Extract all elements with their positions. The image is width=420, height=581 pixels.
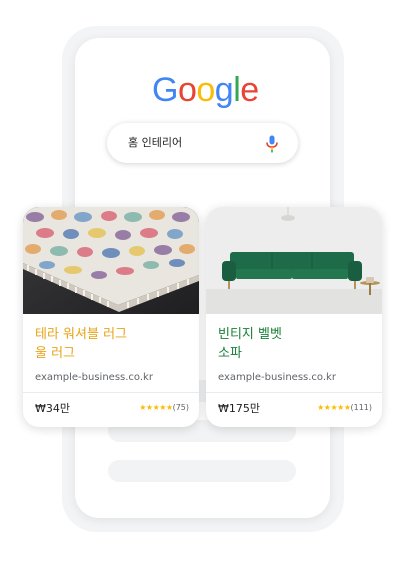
star-rating-icon: ★★★★★	[139, 403, 173, 412]
logo-letter: e	[240, 71, 259, 109]
card-divider	[23, 392, 199, 393]
product-price: ₩175만	[218, 402, 260, 415]
google-logo: Google	[152, 70, 259, 110]
logo-letter: o	[177, 71, 197, 109]
rug-image	[23, 207, 199, 314]
product-card-rug[interactable]: 테라 워셔블 러그 울 러그 example-business.co.kr ₩3…	[23, 207, 199, 427]
search-query[interactable]: 홈 인테리어	[128, 123, 182, 163]
search-box[interactable]: 홈 인테리어	[107, 123, 298, 163]
product-title[interactable]: 테라 워셔블 러그 울 러그	[35, 325, 185, 363]
logo-letter: l	[233, 71, 241, 109]
product-price: ₩34만	[35, 402, 70, 415]
product-domain: example-business.co.kr	[35, 372, 153, 383]
review-count: (75)	[172, 403, 189, 412]
sofa-image	[206, 207, 382, 314]
logo-letter: g	[214, 71, 234, 109]
product-rating: ★★★★★(75)	[139, 403, 189, 412]
result-placeholder	[108, 460, 296, 482]
logo-letter: G	[152, 71, 178, 109]
logo-letter: o	[196, 71, 215, 109]
star-rating-icon: ★★★★★	[317, 403, 351, 412]
microphone-icon[interactable]	[265, 135, 279, 153]
review-count: (111)	[350, 403, 372, 412]
product-rating: ★★★★★(111)	[317, 403, 372, 412]
product-card-sofa[interactable]: 빈티지 벨벳 소파 example-business.co.kr ₩175만 ★…	[206, 207, 382, 427]
product-title[interactable]: 빈티지 벨벳 소파	[218, 325, 368, 363]
product-domain: example-business.co.kr	[218, 372, 336, 383]
card-divider	[206, 392, 382, 393]
